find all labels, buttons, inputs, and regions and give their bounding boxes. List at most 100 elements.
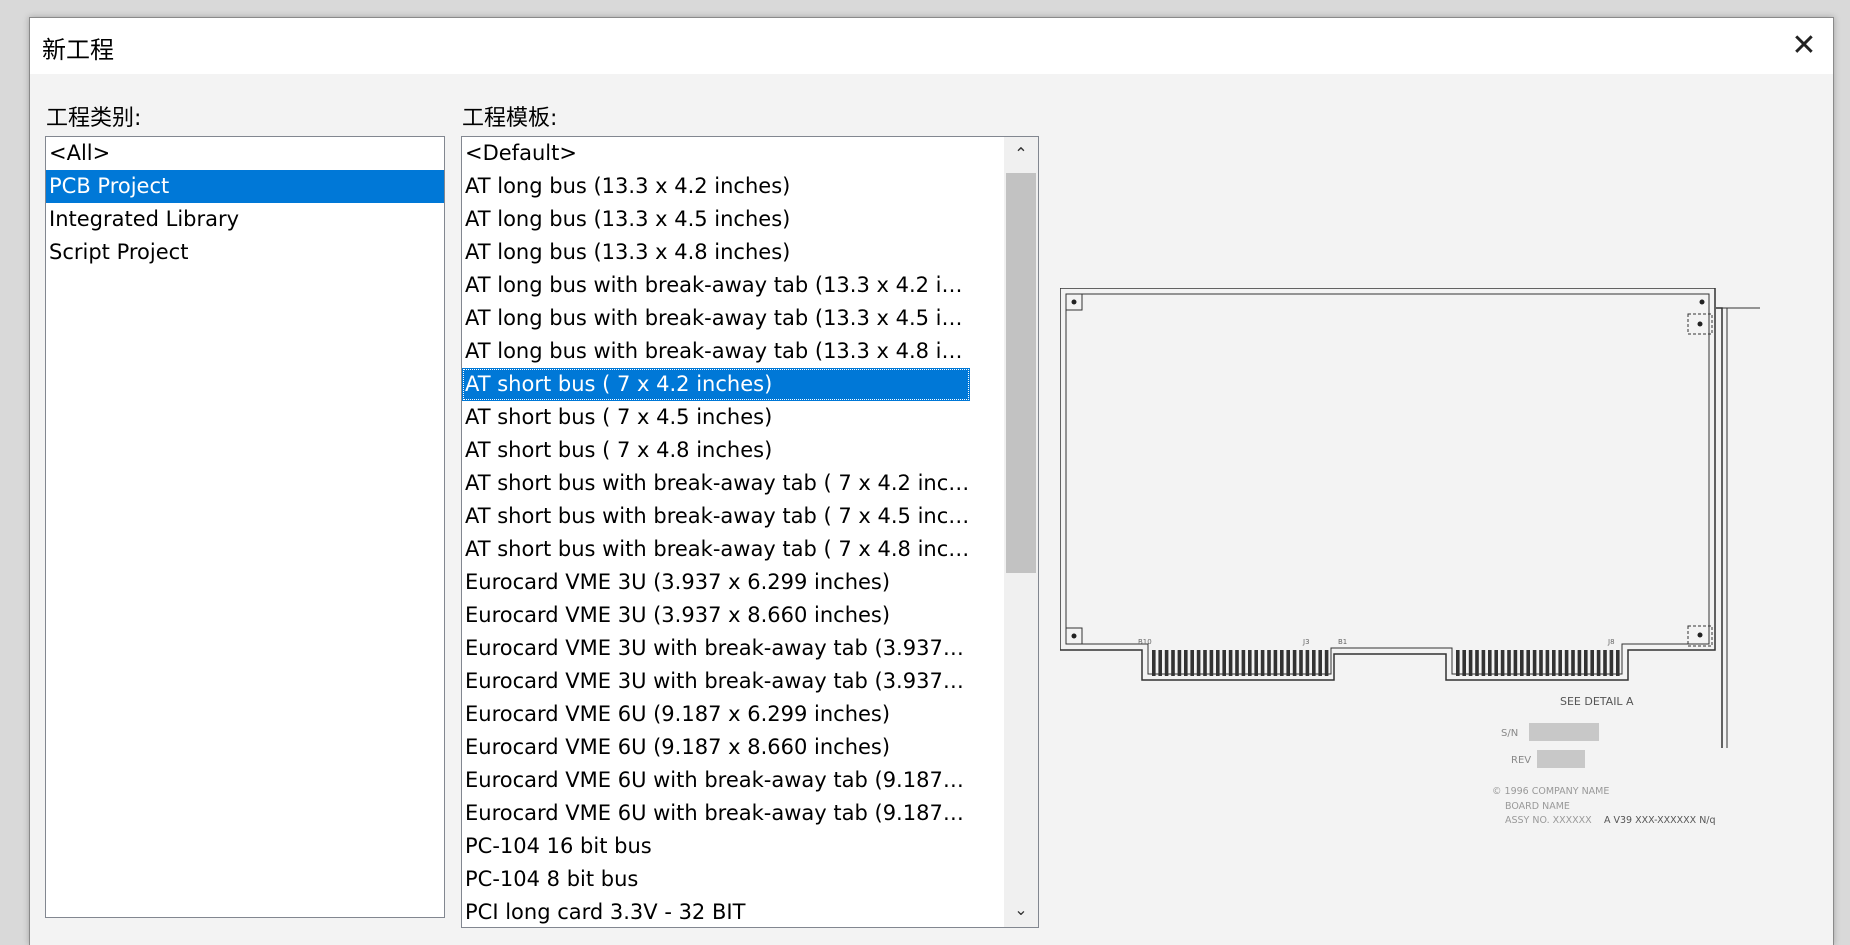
template-item[interactable]: Eurocard VME 6U with break-away tab (9.1… — [462, 764, 970, 797]
serial-label: S/N — [1501, 728, 1518, 739]
template-item[interactable]: AT short bus ( 7 x 4.8 inches) — [462, 434, 970, 467]
template-item[interactable]: <Default> — [462, 137, 970, 170]
template-item[interactable]: AT short bus with break-away tab ( 7 x 4… — [462, 500, 970, 533]
assy-mirror-text: A V39 XXX-XXXXXX N/q — [1604, 815, 1716, 826]
template-item[interactable]: Eurocard VME 3U (3.937 x 8.660 inches) — [462, 599, 970, 632]
connector-finger — [1513, 650, 1518, 676]
connector-finger — [1203, 650, 1207, 676]
connector-finger — [1520, 650, 1524, 676]
mount-hole — [1699, 299, 1705, 305]
connector-finger — [1584, 650, 1588, 676]
template-item[interactable]: AT long bus with break-away tab (13.3 x … — [462, 269, 970, 302]
connector-finger — [1577, 650, 1582, 676]
connector-finger — [1299, 650, 1303, 676]
scroll-down-icon[interactable]: ⌄ — [1004, 893, 1038, 927]
connector-finger — [1216, 650, 1220, 676]
category-item-integrated-library[interactable]: Integrated Library — [46, 203, 444, 236]
connector-finger — [1488, 650, 1492, 676]
connector-finger — [1260, 650, 1265, 676]
pin-label: J3 — [1302, 638, 1310, 646]
template-item[interactable]: Eurocard VME 6U (9.187 x 8.660 inches) — [462, 731, 970, 764]
board-outline — [1060, 288, 1716, 681]
connector-finger — [1481, 650, 1486, 676]
connector-finger — [1305, 650, 1310, 676]
connector-finger — [1500, 650, 1505, 676]
template-items: <Default> AT long bus (13.3 x 4.2 inches… — [462, 137, 972, 927]
mount-hole — [1071, 633, 1077, 639]
pin-label: B10 — [1138, 638, 1152, 646]
connector-finger — [1241, 650, 1246, 676]
project-template-label: 工程模板: — [462, 106, 558, 131]
connector-finger — [1196, 650, 1201, 676]
connector-finger — [1286, 650, 1290, 676]
connector-finger — [1222, 650, 1226, 676]
close-icon[interactable]: ✕ — [1785, 27, 1823, 65]
connector-finger — [1324, 650, 1329, 676]
connector-finger — [1280, 650, 1284, 676]
template-item[interactable]: PCI long card 3.3V - 32 BIT — [462, 896, 970, 927]
connector-finger — [1532, 650, 1537, 676]
template-item[interactable]: AT long bus (13.3 x 4.5 inches) — [462, 203, 970, 236]
template-item[interactable]: Eurocard VME 3U with break-away tab (3.9… — [462, 632, 970, 665]
pin-label: B1 — [1338, 638, 1347, 646]
connector-finger — [1267, 650, 1271, 676]
connector-finger — [1590, 650, 1594, 676]
template-item[interactable]: PC-104 8 bit bus — [462, 863, 970, 896]
copyright-text: © 1996 COMPANY NAME — [1492, 786, 1609, 797]
rev-box — [1537, 750, 1585, 768]
template-item[interactable]: AT long bus with break-away tab (13.3 x … — [462, 335, 970, 368]
connector-finger — [1273, 650, 1278, 676]
connector-finger — [1507, 650, 1511, 676]
serial-box — [1529, 723, 1599, 741]
connector-finger — [1558, 650, 1562, 676]
connector-finger — [1164, 650, 1169, 676]
edge-connector-b — [1456, 650, 1620, 676]
mount-hole — [1697, 321, 1703, 327]
connector-finger — [1609, 650, 1614, 676]
connector-finger — [1526, 650, 1530, 676]
scroll-thumb[interactable] — [1006, 173, 1036, 573]
category-item-script-project[interactable]: Script Project — [46, 236, 444, 269]
connector-finger — [1318, 650, 1322, 676]
connector-finger — [1494, 650, 1498, 676]
connector-finger — [1475, 650, 1479, 676]
connector-finger — [1571, 650, 1575, 676]
connector-finger — [1564, 650, 1569, 676]
connector-finger — [1468, 650, 1473, 676]
connector-finger — [1235, 650, 1239, 676]
project-template-list[interactable]: <Default> AT long bus (13.3 x 4.2 inches… — [461, 136, 1039, 928]
category-item-all[interactable]: <All> — [46, 137, 444, 170]
template-item[interactable]: AT short bus with break-away tab ( 7 x 4… — [462, 467, 970, 500]
connector-finger — [1456, 650, 1460, 676]
project-category-label: 工程类别: — [46, 106, 142, 131]
assy-text: ASSY NO. XXXXXX — [1505, 815, 1592, 826]
category-item-pcb-project[interactable]: PCB Project — [46, 170, 444, 203]
scroll-up-icon[interactable]: ⌃ — [1004, 137, 1038, 171]
template-item-selected[interactable]: AT short bus ( 7 x 4.2 inches) — [462, 368, 970, 401]
template-item[interactable]: Eurocard VME 3U (3.937 x 6.299 inches) — [462, 566, 970, 599]
connector-finger — [1177, 650, 1182, 676]
template-item[interactable]: AT long bus (13.3 x 4.2 inches) — [462, 170, 970, 203]
template-item[interactable]: AT short bus ( 7 x 4.5 inches) — [462, 401, 970, 434]
rev-label: REV — [1511, 755, 1531, 766]
connector-finger — [1596, 650, 1601, 676]
template-item[interactable]: Eurocard VME 6U (9.187 x 6.299 inches) — [462, 698, 970, 731]
template-item[interactable]: Eurocard VME 3U with break-away tab (3.9… — [462, 665, 970, 698]
template-item[interactable]: Eurocard VME 6U with break-away tab (9.1… — [462, 797, 970, 830]
new-project-dialog: 新工程 ✕ 工程类别: 工程模板: <All> PCB Project Inte… — [29, 17, 1834, 945]
template-item[interactable]: PC-104 16 bit bus — [462, 830, 970, 863]
edge-connector-a — [1152, 650, 1329, 676]
vertical-scrollbar[interactable]: ⌃ ⌄ — [1004, 137, 1038, 927]
connector-finger — [1184, 650, 1188, 676]
bracket — [1716, 307, 1723, 748]
connector-finger — [1292, 650, 1297, 676]
project-category-list[interactable]: <All> PCB Project Integrated Library Scr… — [45, 136, 445, 918]
connector-finger — [1312, 650, 1316, 676]
template-item[interactable]: AT short bus with break-away tab ( 7 x 4… — [462, 533, 970, 566]
connector-finger — [1539, 650, 1543, 676]
template-item[interactable]: AT long bus (13.3 x 4.8 inches) — [462, 236, 970, 269]
connector-finger — [1616, 650, 1620, 676]
connector-finger — [1462, 650, 1466, 676]
template-item[interactable]: AT long bus with break-away tab (13.3 x … — [462, 302, 970, 335]
board-preview: B10 J3 B1 J8 SEE DETAIL A S/N REV © 1996… — [1060, 288, 1760, 826]
